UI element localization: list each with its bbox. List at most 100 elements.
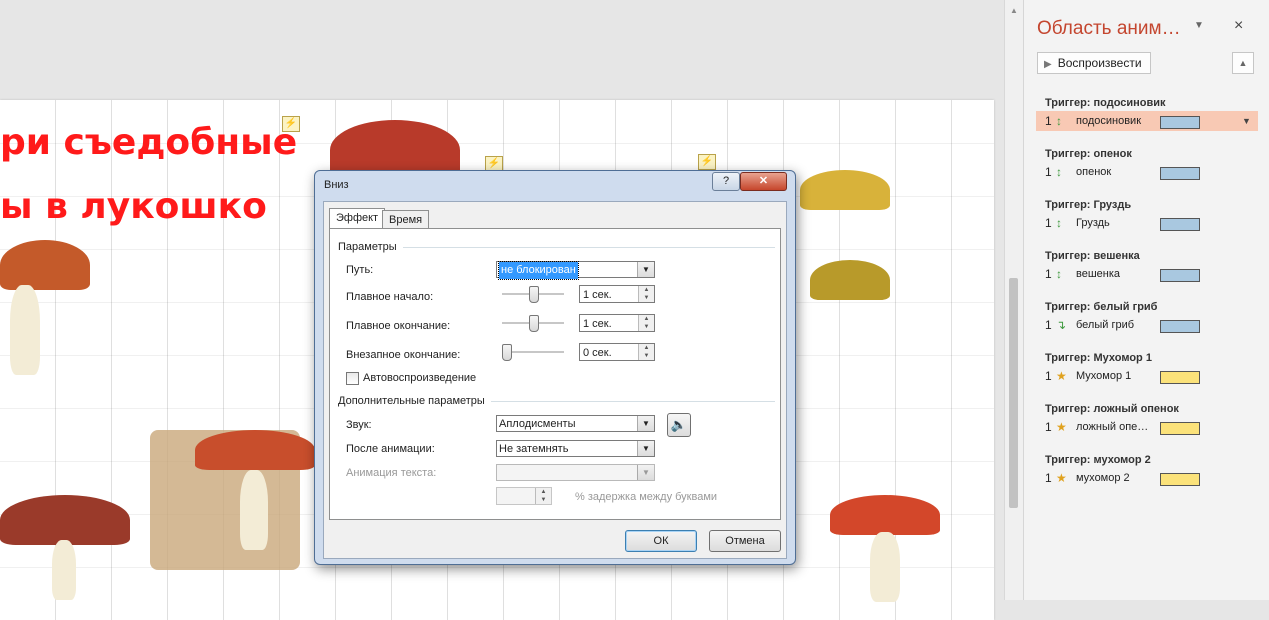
animation-item-label: Мухомор 1 bbox=[1076, 370, 1132, 382]
ok-button[interactable]: ОК bbox=[625, 530, 697, 552]
animation-list-item[interactable]: 1 ↕ вешенка bbox=[1036, 264, 1258, 284]
entrance-path-icon: ↕ bbox=[1056, 267, 1062, 281]
close-button[interactable]: ✕ bbox=[740, 172, 787, 191]
chevron-down-icon[interactable]: ▼ bbox=[637, 262, 654, 277]
timing-bar[interactable] bbox=[1160, 371, 1200, 384]
animation-list-item[interactable]: 1 ★ ложный опе… bbox=[1036, 417, 1258, 437]
trigger-group: Триггер: белый гриб 1 ↴ белый гриб bbox=[1036, 299, 1258, 335]
abrupt-end-spinner[interactable]: 0 сек. ▲ ▼ bbox=[579, 343, 655, 361]
animation-list-item[interactable]: 1 ★ Мухомор 1 bbox=[1036, 366, 1258, 386]
slider-knob[interactable] bbox=[529, 286, 539, 303]
smooth-end-spinner[interactable]: 1 сек. ▲ ▼ bbox=[579, 314, 655, 332]
scroll-up-arrow-icon[interactable]: ▲ bbox=[1009, 6, 1019, 15]
chevron-down-icon[interactable]: ▼ bbox=[637, 441, 654, 456]
smooth-end-label: Плавное окончание: bbox=[346, 320, 451, 332]
trigger-header[interactable]: Триггер: опенок bbox=[1045, 146, 1258, 162]
after-animation-select[interactable]: Не затемнять ▼ bbox=[496, 440, 655, 457]
animation-order-number: 1 bbox=[1045, 216, 1052, 230]
autoreverse-checkbox[interactable] bbox=[346, 372, 359, 385]
animation-list-item[interactable]: 1 ↕ подосиновик ▼ bbox=[1036, 111, 1258, 131]
animation-order-number: 1 bbox=[1045, 267, 1052, 281]
trigger-header[interactable]: Триггер: подосиновик bbox=[1045, 95, 1258, 111]
help-button[interactable]: ? bbox=[712, 172, 740, 191]
mushroom-illustration[interactable] bbox=[830, 495, 940, 535]
slide-title-line-2[interactable]: ы в лукошко bbox=[0, 186, 267, 227]
entrance-path-icon: ↕ bbox=[1056, 165, 1062, 179]
timing-bar[interactable] bbox=[1160, 473, 1200, 486]
smooth-end-value: 1 сек. bbox=[583, 318, 612, 330]
mushroom-illustration[interactable] bbox=[810, 260, 890, 300]
animation-order-number: 1 bbox=[1045, 369, 1052, 383]
path-label: Путь: bbox=[346, 264, 374, 276]
animation-list-item[interactable]: 1 ★ мухомор 2 bbox=[1036, 468, 1258, 488]
tab-effect[interactable]: Эффект bbox=[329, 208, 386, 229]
slide-vertical-scrollbar[interactable]: ▲ bbox=[1004, 0, 1023, 600]
timing-bar[interactable] bbox=[1160, 320, 1200, 333]
animation-item-label: мухомор 2 bbox=[1076, 472, 1130, 484]
mushroom-illustration bbox=[240, 470, 268, 550]
chevron-down-icon[interactable]: ▼ bbox=[1242, 111, 1251, 131]
chevron-down-icon[interactable]: ▼ bbox=[1194, 20, 1204, 31]
section-parameters-label: Параметры bbox=[338, 241, 397, 253]
effect-options-dialog: Вниз ? ✕ Эффект Время Параметры Путь: не… bbox=[314, 170, 796, 565]
slider-knob[interactable] bbox=[502, 344, 512, 361]
star-icon: ★ bbox=[1056, 369, 1067, 383]
slider-knob[interactable] bbox=[529, 315, 539, 332]
sound-select[interactable]: Аплодисменты ▼ bbox=[496, 415, 655, 432]
after-animation-value: Не затемнять bbox=[499, 443, 569, 455]
animation-list-item[interactable]: 1 ↴ белый гриб bbox=[1036, 315, 1258, 335]
trigger-marker-icon[interactable]: ⚡ bbox=[282, 116, 300, 132]
animation-order-number: 1 bbox=[1045, 318, 1052, 332]
trigger-header[interactable]: Триггер: Мухомор 1 bbox=[1045, 350, 1258, 366]
smooth-start-value: 1 сек. bbox=[583, 289, 612, 301]
spinner-arrows-icon[interactable]: ▲ ▼ bbox=[638, 315, 654, 331]
sound-select-value: Аплодисменты bbox=[499, 418, 576, 430]
trigger-group: Триггер: подосиновик 1 ↕ подосиновик ▼ bbox=[1036, 95, 1258, 131]
timing-bar[interactable] bbox=[1160, 422, 1200, 435]
path-select-value: не блокирован bbox=[498, 261, 579, 280]
scrollbar-thumb[interactable] bbox=[1009, 278, 1018, 508]
smooth-start-spinner[interactable]: 1 сек. ▲ ▼ bbox=[579, 285, 655, 303]
timing-bar[interactable] bbox=[1160, 269, 1200, 282]
chevron-down-icon[interactable]: ▼ bbox=[637, 416, 654, 431]
animation-item-label: ложный опе… bbox=[1076, 421, 1149, 433]
smooth-end-slider[interactable] bbox=[502, 314, 564, 332]
slide-title-line-1[interactable]: ри съедобные bbox=[0, 122, 297, 163]
timing-bar[interactable] bbox=[1160, 218, 1200, 231]
timing-bar[interactable] bbox=[1160, 167, 1200, 180]
mushroom-illustration[interactable] bbox=[0, 240, 90, 290]
animation-list-item[interactable]: 1 ↕ Груздь bbox=[1036, 213, 1258, 233]
smooth-start-slider[interactable] bbox=[502, 285, 564, 303]
abrupt-end-slider[interactable] bbox=[502, 343, 564, 361]
mushroom-illustration bbox=[52, 540, 76, 600]
close-icon[interactable]: × bbox=[1234, 17, 1243, 35]
text-animation-label: Анимация текста: bbox=[346, 467, 437, 479]
trigger-header[interactable]: Триггер: вешенка bbox=[1045, 248, 1258, 264]
spinner-arrows-icon[interactable]: ▲ ▼ bbox=[638, 286, 654, 302]
animation-item-label: подосиновик bbox=[1076, 115, 1142, 127]
speaker-icon[interactable]: 🔈 bbox=[667, 413, 691, 437]
animation-item-label: белый гриб bbox=[1076, 319, 1135, 331]
animation-order-number: 1 bbox=[1045, 471, 1052, 485]
trigger-header[interactable]: Триггер: белый гриб bbox=[1045, 299, 1258, 315]
autoreverse-label[interactable]: Автовоспроизведение bbox=[363, 372, 476, 384]
after-animation-label: После анимации: bbox=[346, 443, 435, 455]
mushroom-illustration[interactable] bbox=[195, 430, 315, 470]
trigger-group: Триггер: опенок 1 ↕ опенок bbox=[1036, 146, 1258, 182]
mushroom-illustration[interactable] bbox=[0, 495, 130, 545]
timing-bar[interactable] bbox=[1160, 116, 1200, 129]
cancel-button[interactable]: Отмена bbox=[709, 530, 781, 552]
trigger-header[interactable]: Триггер: ложный опенок bbox=[1045, 401, 1258, 417]
trigger-header[interactable]: Триггер: мухомор 2 bbox=[1045, 452, 1258, 468]
mushroom-illustration[interactable] bbox=[800, 170, 890, 210]
dialog-body: Эффект Время Параметры Путь: не блокиров… bbox=[323, 201, 787, 559]
path-select[interactable]: не блокирован ▼ bbox=[496, 261, 655, 280]
move-up-button[interactable]: ▲ bbox=[1232, 52, 1254, 74]
play-button[interactable]: ▶ Воспроизвести bbox=[1037, 52, 1151, 74]
spinner-arrows-icon[interactable]: ▲ ▼ bbox=[638, 344, 654, 360]
animation-list-item[interactable]: 1 ↕ опенок bbox=[1036, 162, 1258, 182]
trigger-marker-icon[interactable]: ⚡ bbox=[698, 154, 716, 170]
animation-pane: Область аним… ▼ × ▶ Воспроизвести ▲ Тригг… bbox=[1023, 0, 1269, 600]
trigger-header[interactable]: Триггер: Груздь bbox=[1045, 197, 1258, 213]
tab-timing[interactable]: Время bbox=[382, 210, 430, 229]
